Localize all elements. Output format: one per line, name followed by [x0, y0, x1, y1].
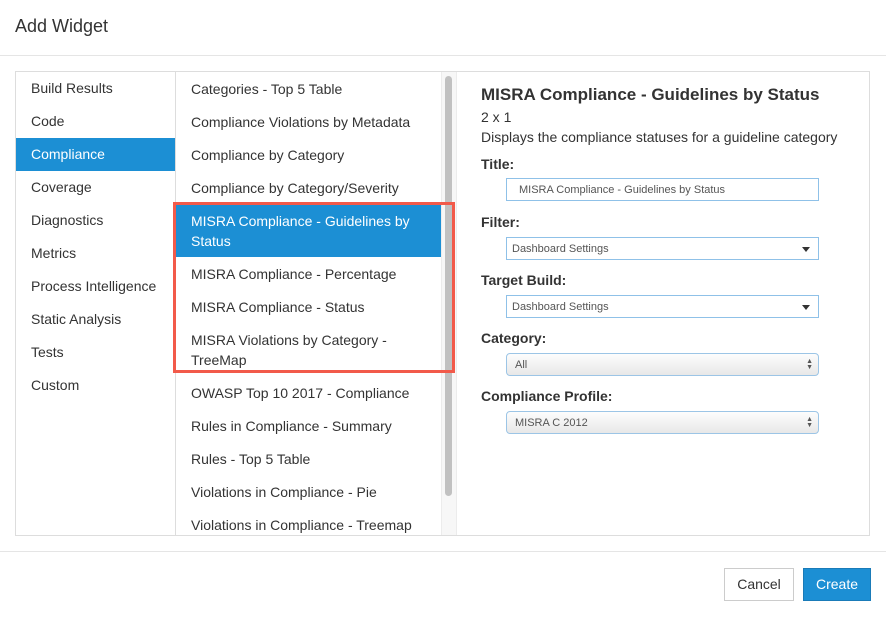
category-item-build-results[interactable]: Build Results — [16, 72, 175, 105]
category-list: Build Results Code Compliance Coverage D… — [16, 72, 176, 535]
widget-list-scrollbar[interactable] — [441, 72, 457, 535]
widget-item[interactable]: Compliance by Category — [176, 138, 455, 171]
filter-dropdown[interactable]: Dashboard Settings — [506, 237, 819, 260]
filter-value: Dashboard Settings — [512, 243, 609, 255]
category-select[interactable]: All ▲ ▼ — [506, 353, 819, 376]
category-item-code[interactable]: Code — [16, 105, 175, 138]
widget-picker: Build Results Code Compliance Coverage D… — [15, 71, 870, 536]
widget-item[interactable]: Compliance Violations by Metadata — [176, 105, 455, 138]
widget-item[interactable]: Categories - Top 5 Table — [176, 72, 455, 105]
create-button[interactable]: Create — [803, 568, 871, 601]
widget-size: 2 x 1 — [481, 109, 512, 125]
title-label: Title: — [481, 156, 515, 172]
target-build-dropdown[interactable]: Dashboard Settings — [506, 295, 819, 318]
caret-down-icon — [802, 247, 810, 252]
widget-name: MISRA Compliance - Guidelines by Status — [481, 85, 820, 104]
dialog-title: Add Widget — [15, 16, 109, 36]
compliance-profile-select[interactable]: MISRA C 2012 ▲ ▼ — [506, 411, 819, 434]
target-build-value: Dashboard Settings — [512, 301, 609, 313]
caret-down-icon — [802, 305, 810, 310]
category-item-diagnostics[interactable]: Diagnostics — [16, 204, 175, 237]
target-build-label: Target Build: — [481, 272, 567, 288]
category-item-tests[interactable]: Tests — [16, 336, 175, 369]
compliance-profile-label: Compliance Profile: — [481, 388, 613, 404]
widget-item[interactable]: Rules in Compliance - Summary — [176, 409, 455, 442]
title-input-value: MISRA Compliance - Guidelines by Status — [519, 184, 726, 196]
category-label: Category: — [481, 330, 547, 346]
widget-item[interactable]: OWASP Top 10 2017 - Compliance — [176, 376, 455, 409]
cancel-button[interactable]: Cancel — [724, 568, 794, 601]
category-value: All — [515, 359, 528, 371]
widget-item[interactable]: MISRA Compliance - Status — [176, 290, 455, 323]
widget-item[interactable]: MISRA Compliance - Percentage — [176, 257, 455, 290]
widget-item[interactable]: Rules - Top 5 Table — [176, 442, 455, 475]
widget-list: Categories - Top 5 Table Compliance Viol… — [176, 72, 455, 535]
widget-item[interactable]: Violations in Compliance - Treemap — [176, 508, 455, 535]
dialog-header: Add Widget — [0, 0, 886, 56]
scrollbar-thumb[interactable] — [445, 76, 452, 496]
widget-description: Displays the compliance statuses for a g… — [481, 129, 838, 145]
filter-label: Filter: — [481, 214, 520, 230]
category-item-compliance[interactable]: Compliance — [16, 138, 175, 171]
category-item-coverage[interactable]: Coverage — [16, 171, 175, 204]
up-down-arrows-icon: ▲ ▼ — [806, 416, 813, 429]
widget-item[interactable]: Violations in Compliance - Pie — [176, 475, 455, 508]
up-down-arrows-icon: ▲ ▼ — [806, 358, 813, 371]
category-item-metrics[interactable]: Metrics — [16, 237, 175, 270]
category-item-custom[interactable]: Custom — [16, 369, 175, 402]
widget-item-selected[interactable]: MISRA Compliance - Guidelines by Status — [176, 204, 455, 257]
title-input[interactable]: MISRA Compliance - Guidelines by Status — [506, 178, 819, 201]
category-item-static-analysis[interactable]: Static Analysis — [16, 303, 175, 336]
compliance-profile-value: MISRA C 2012 — [515, 417, 588, 429]
widget-details: MISRA Compliance - Guidelines by Status … — [456, 72, 869, 535]
widget-item[interactable]: MISRA Violations by Category - TreeMap — [176, 323, 455, 376]
category-item-process-intelligence[interactable]: Process Intelligence — [16, 270, 175, 303]
widget-item[interactable]: Compliance by Category/Severity — [176, 171, 455, 204]
dialog-footer: Cancel Create — [0, 551, 886, 617]
